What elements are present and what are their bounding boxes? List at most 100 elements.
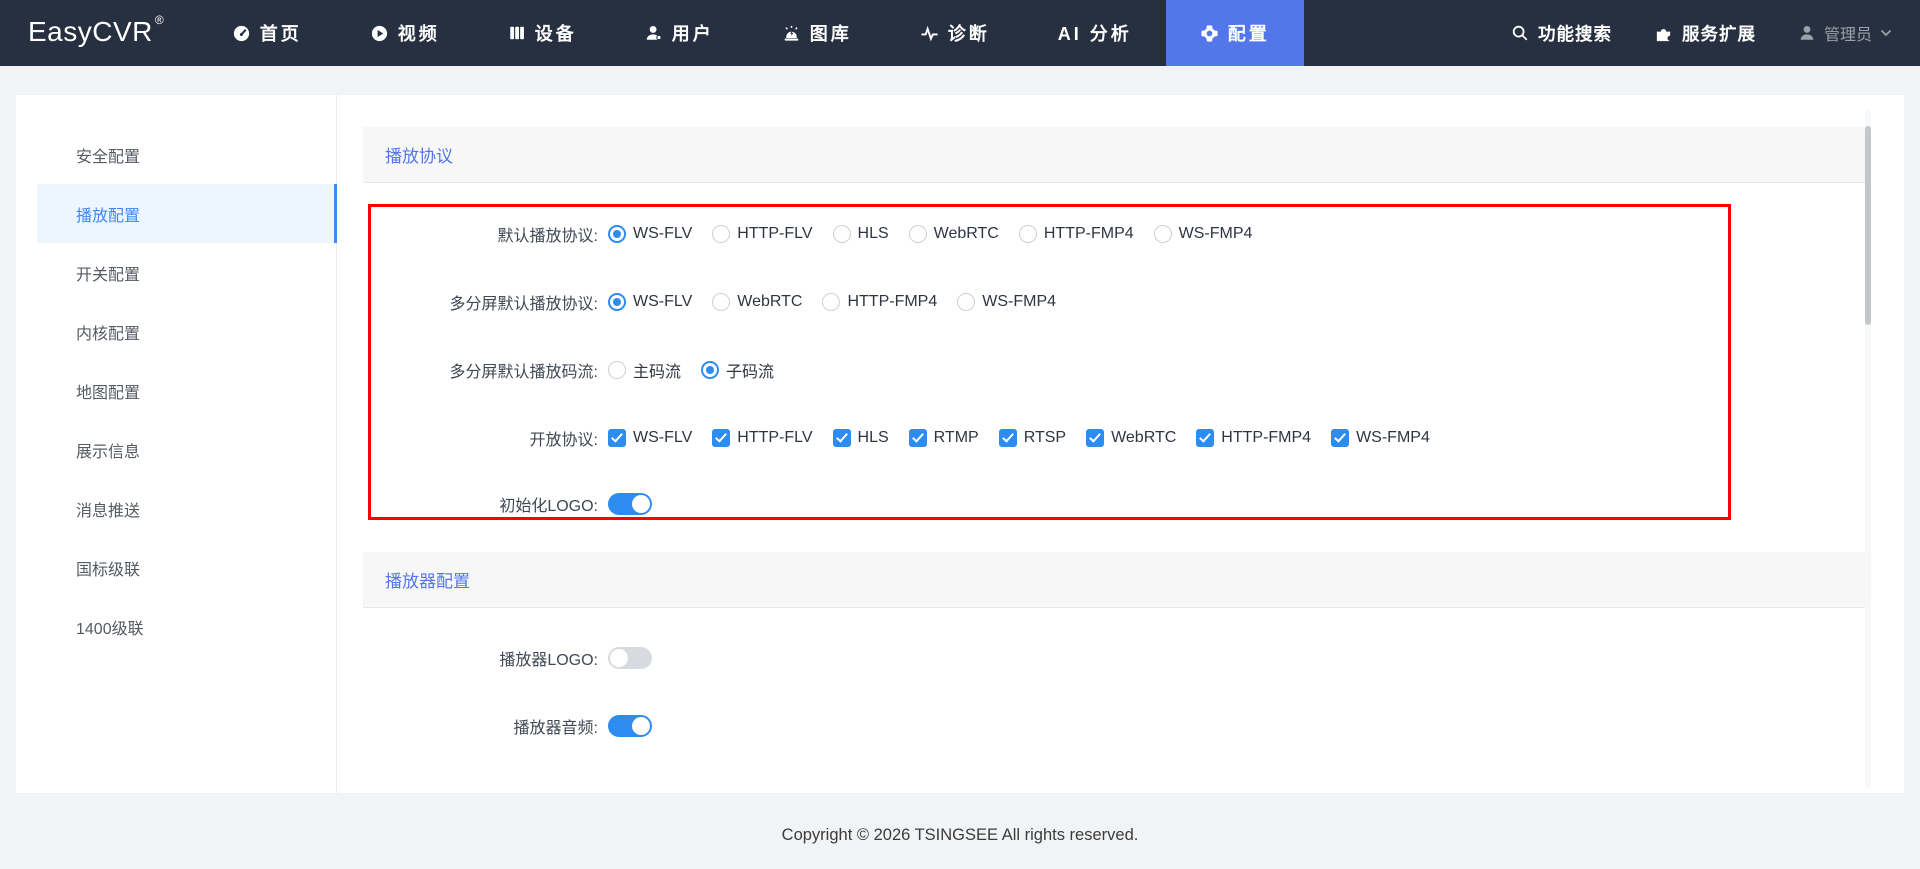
main-menu: 首页 视频 设备 用户 图库 诊断 AI 分析 配置 (198, 0, 1304, 66)
sidebar-item-kernel-config[interactable]: 内核配置 (37, 302, 336, 361)
multiscreen-stream-row: 多分屏默认播放码流: 主码流 子码流 (338, 336, 1871, 404)
radio-icon (712, 293, 731, 311)
checkbox-icon (608, 429, 626, 447)
checkbox-icon (1196, 429, 1215, 447)
sidebar-item-label: 国标级联 (76, 561, 141, 579)
user-menu[interactable]: 管理员 (1798, 21, 1892, 45)
init-logo-row: 初始化LOGO: (338, 472, 1871, 535)
checkbox-icon (998, 429, 1017, 447)
checkbox-option[interactable]: WS-FLV (608, 429, 692, 447)
checkbox-icon (1331, 429, 1350, 447)
field-label: 默认播放协议: (497, 228, 598, 245)
nav-item-label: 诊断 (947, 24, 990, 44)
nav-item-label: 图库 (809, 24, 852, 44)
radio-icon (608, 293, 626, 311)
radio-icon (712, 225, 731, 243)
open-protocol-checkbox-group: WS-FLV HTTP-FLV HLS RTMP RTSP WebRTC HTT… (608, 429, 1430, 447)
nav-item-user[interactable]: 用户 (611, 0, 748, 66)
player-audio-toggle[interactable] (608, 715, 652, 737)
checkbox-option[interactable]: HLS (832, 429, 889, 447)
sidebar-item-label: 地图配置 (76, 384, 141, 402)
nav-item-home[interactable]: 首页 (198, 0, 336, 66)
copyright-footer: Copyright © 2026 TSINGSEE All rights res… (0, 826, 1920, 845)
gear-icon (1200, 24, 1219, 43)
player-logo-control (608, 647, 652, 669)
checkbox-option[interactable]: RTMP (908, 429, 979, 447)
play-icon (370, 24, 389, 43)
sidebar-item-label: 1400级联 (76, 620, 144, 638)
player-logo-row: 播放器LOGO: (338, 624, 1871, 692)
checkbox-option[interactable]: WS-FMP4 (1331, 429, 1430, 447)
copyright-text: Copyright © 2026 TSINGSEE All rights res… (781, 826, 1139, 844)
section-title: 播放器配置 (385, 572, 470, 591)
sidebar-item-security-config[interactable]: 安全配置 (37, 125, 336, 184)
service-extension-label: 服务扩展 (1681, 23, 1756, 44)
default-protocol-radio-group: WS-FLV HTTP-FLV HLS WebRTC HTTP-FMP4 WS-… (608, 225, 1252, 243)
nav-item-label: 设备 (534, 24, 577, 44)
nav-item-config[interactable]: 配置 (1165, 0, 1304, 66)
sidebar-item-message-push[interactable]: 消息推送 (37, 479, 336, 538)
radio-icon (1018, 225, 1037, 243)
checkbox-option[interactable]: RTSP (998, 429, 1066, 447)
nav-item-video[interactable]: 视频 (336, 0, 474, 66)
player-logo-toggle[interactable] (608, 647, 652, 669)
field-label: 播放器音频: (513, 720, 598, 737)
sidebar-item-label: 开关配置 (76, 266, 141, 284)
sidebar-item-label: 播放配置 (76, 207, 141, 225)
sidebar-item-map-config[interactable]: 地图配置 (37, 361, 336, 420)
sidebar-item-playback-config[interactable]: 播放配置 (37, 184, 337, 243)
sidebar-item-label: 内核配置 (76, 325, 141, 343)
scrollbar-thumb[interactable] (1865, 126, 1871, 325)
radio-option[interactable]: WS-FLV (608, 293, 692, 311)
radio-option[interactable]: WS-FMP4 (957, 293, 1056, 311)
field-label: 多分屏默认播放码流: (449, 364, 598, 381)
radio-option[interactable]: HTTP-FMP4 (822, 293, 937, 311)
radio-icon (822, 293, 841, 311)
radio-icon (957, 293, 976, 311)
settings-sidebar: 安全配置 播放配置 开关配置 内核配置 地图配置 展示信息 消息推送 国标级联 … (16, 95, 337, 793)
function-search-button[interactable]: 功能搜索 (1511, 21, 1612, 46)
radio-option[interactable]: WS-FLV (608, 225, 692, 243)
sidebar-item-1400-cascade[interactable]: 1400级联 (37, 597, 336, 656)
sidebar-item-gb-cascade[interactable]: 国标级联 (37, 538, 336, 597)
nav-item-gallery[interactable]: 图库 (748, 0, 886, 66)
checkbox-option[interactable]: HTTP-FMP4 (1196, 429, 1311, 447)
sidebar-item-label: 展示信息 (76, 443, 141, 461)
scrollbar-track[interactable] (1865, 110, 1871, 788)
checkbox-option[interactable]: HTTP-FLV (712, 429, 813, 447)
search-icon (1511, 24, 1529, 42)
nav-item-diagnosis[interactable]: 诊断 (886, 0, 1024, 66)
radio-option[interactable]: 主码流 (608, 358, 681, 382)
field-label: 初始化LOGO: (499, 497, 598, 515)
nav-item-label: AI 分析 (1057, 24, 1132, 44)
user-icon (645, 24, 663, 42)
radio-option[interactable]: HTTP-FLV (712, 225, 813, 243)
service-extension-button[interactable]: 服务扩展 (1654, 21, 1756, 46)
nav-item-label: 用户 (671, 24, 714, 44)
player-audio-row: 播放器音频: (338, 692, 1871, 760)
radio-icon (608, 361, 626, 379)
app-logo[interactable]: EasyCVR ® (28, 0, 164, 66)
radio-option[interactable]: 子码流 (701, 358, 774, 382)
checkbox-icon (908, 429, 927, 447)
nav-item-device[interactable]: 设备 (474, 0, 611, 66)
radio-option[interactable]: WebRTC (712, 293, 802, 311)
person-icon (1798, 24, 1816, 42)
radio-option[interactable]: WebRTC (908, 225, 999, 243)
sidebar-item-switch-config[interactable]: 开关配置 (37, 243, 336, 302)
field-label: 开放协议: (529, 432, 598, 449)
checkbox-option[interactable]: WebRTC (1086, 429, 1176, 447)
multiscreen-stream-radio-group: 主码流 子码流 (608, 358, 774, 382)
sidebar-item-display-info[interactable]: 展示信息 (37, 420, 336, 479)
radio-option[interactable]: WS-FMP4 (1153, 225, 1252, 243)
content-card: 安全配置 播放配置 开关配置 内核配置 地图配置 展示信息 消息推送 国标级联 … (16, 95, 1904, 793)
section-header-player-config: 播放器配置 (363, 552, 1871, 608)
nav-item-label: 配置 (1227, 24, 1270, 44)
function-search-label: 功能搜索 (1537, 23, 1612, 44)
init-logo-toggle[interactable] (608, 492, 652, 515)
radio-option[interactable]: HTTP-FMP4 (1018, 225, 1134, 243)
nav-item-label: 首页 (259, 24, 302, 44)
radio-option[interactable]: HLS (832, 225, 889, 243)
multiscreen-protocol-row: 多分屏默认播放协议: WS-FLV WebRTC HTTP-FMP4 WS-FM… (338, 268, 1871, 336)
nav-item-ai[interactable]: AI 分析 (1024, 0, 1166, 66)
